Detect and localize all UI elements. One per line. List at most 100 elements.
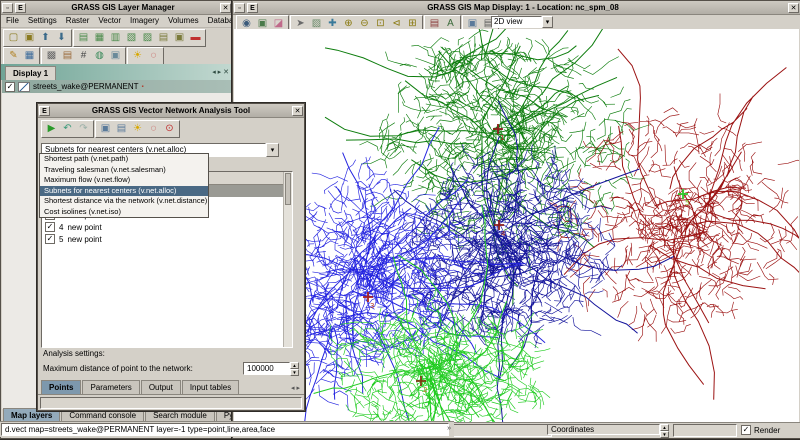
menu-volumes[interactable]: Volumes (168, 16, 199, 25)
dropdown-item-6[interactable]: Cost isolines (v.net.iso) (40, 207, 208, 218)
layer-manager-title: GRASS GIS Layer Manager (27, 3, 219, 12)
menu-vector[interactable]: Vector (98, 16, 121, 25)
tab-parameters[interactable]: Parameters (82, 380, 139, 394)
tab-nav-arrows-icon[interactable]: ◂ ▸ ✕ (212, 68, 229, 76)
view-mode-value: 2D view (491, 16, 542, 28)
max-distance-spinner[interactable]: ▲▼ (290, 362, 299, 374)
layer-manager-toolbar-row1: ▢▣⬆⬇▤▦▥▧▨▤▣▬ (3, 29, 206, 47)
add-multiple-layers-icon[interactable]: ▤ (76, 31, 91, 45)
center-label: 5 (685, 199, 689, 207)
subnet-navy-center (397, 144, 623, 348)
menu-imagery[interactable]: Imagery (130, 16, 159, 25)
add-group-icon[interactable]: ▣ (172, 31, 187, 45)
points-list-scrollbar[interactable] (283, 172, 292, 347)
tab-points[interactable]: Points (41, 380, 81, 394)
menu-file[interactable]: File (6, 16, 19, 25)
point-checkbox[interactable]: ✓ (45, 222, 55, 232)
point-row-4[interactable]: ✓4new point (42, 221, 292, 233)
statusbar-mode-value: Coordinates (547, 424, 660, 435)
app-icon: E (15, 3, 26, 13)
edit-vector-icon[interactable]: ✎ (6, 49, 21, 63)
subnet-navy-center-major-roads (394, 101, 674, 422)
point-checkbox[interactable]: ✓ (45, 234, 55, 244)
dropdown-item-5[interactable]: Shortest distance via the network (v.net… (40, 196, 208, 207)
close-icon[interactable]: ✕ (788, 3, 799, 13)
menu-raster[interactable]: Raster (66, 16, 90, 25)
street-network-map[interactable]: 12345 (234, 29, 799, 422)
toolbar-group: ▶↶↷ (41, 120, 94, 138)
center-label: 4 (501, 230, 506, 238)
close-icon[interactable]: ✕ (220, 3, 231, 13)
grid-icon[interactable]: # (76, 49, 91, 63)
delete-layer-icon[interactable]: ▬ (188, 31, 203, 45)
app-icon: E (39, 106, 50, 116)
quit-icon[interactable]: ⊙ (162, 122, 177, 136)
histogram-icon[interactable]: ▤ (60, 49, 75, 63)
close-icon[interactable]: ✕ (292, 106, 303, 116)
subnet-darkred-east-major-roads (564, 49, 799, 400)
add-vector-map-icon[interactable]: ▨ (140, 31, 155, 45)
insert-point-icon[interactable]: ▤ (114, 122, 129, 136)
prompt-overflow-icon[interactable]: » (447, 425, 451, 432)
point-row-5[interactable]: ✓5new point (42, 233, 292, 245)
center-label: 2 (423, 386, 427, 394)
window-shade-icon[interactable]: ▫ (234, 3, 245, 13)
layer-row-streets-wake[interactable]: ✓ streets_wake@PERMANENT ▪ (2, 80, 231, 93)
chevron-down-icon[interactable]: ▾ (542, 16, 553, 28)
load-workspace-icon[interactable]: ⬆ (38, 31, 53, 45)
map-display-title: GRASS GIS Map Display: 1 - Location: nc_… (259, 3, 787, 12)
add-command-layer-icon[interactable]: ▤ (156, 31, 171, 45)
window-shade-icon[interactable]: ▫ (2, 3, 13, 13)
vector-network-analysis-dialog: E GRASS GIS Vector Network Analysis Tool… (37, 103, 305, 411)
statusbar-mode-combobox[interactable]: Coordinates ▲▼ (547, 424, 669, 435)
tab-display-1[interactable]: Display 1 (5, 66, 56, 80)
help-icon[interactable]: ◌ (146, 122, 161, 136)
run-analysis-icon[interactable]: ▶ (44, 122, 59, 136)
dropdown-item-2[interactable]: Traveling salesman (v.net.salesman) (40, 165, 208, 176)
redo-icon[interactable]: ↷ (76, 122, 91, 136)
statusbar-mode-spinner[interactable]: ▲▼ (660, 424, 669, 436)
center-label: 1 (500, 134, 504, 142)
dialog-title: GRASS GIS Vector Network Analysis Tool (51, 106, 291, 115)
view-mode-combobox[interactable]: 2D view ▾ (491, 16, 553, 28)
tab-input-tables[interactable]: Input tables (182, 380, 239, 394)
globe-3d-icon[interactable]: ◍ (92, 49, 107, 63)
scrollbar-thumb[interactable] (285, 173, 291, 205)
max-distance-spinbox[interactable]: 100000 ▲▼ (243, 362, 299, 375)
command-prompt-bar: d.vect map=streets_wake@PERMANENT layer=… (0, 421, 454, 437)
add-vector-layer-icon[interactable]: ▧ (124, 31, 139, 45)
map-display-titlebar: ▫ E GRASS GIS Map Display: 1 - Location:… (233, 1, 800, 15)
toolbar-group: ▢▣⬆⬇ (3, 29, 72, 47)
dialog-statusbar (40, 397, 302, 409)
new-display-icon[interactable]: ▣ (108, 49, 123, 63)
subnet-darkred-east (549, 94, 800, 342)
show-result-icon[interactable]: ▣ (98, 122, 113, 136)
undo-icon[interactable]: ↶ (60, 122, 75, 136)
analysis-settings-icon[interactable]: ☀ (130, 122, 145, 136)
dropdown-item-1[interactable]: Shortest path (v.net.path) (40, 154, 208, 165)
settings-icon[interactable]: ☀ (130, 49, 145, 63)
chevron-down-icon[interactable]: ▾ (266, 143, 279, 157)
add-raster-layer-icon[interactable]: ▦ (92, 31, 107, 45)
layer-checkbox[interactable]: ✓ (5, 82, 15, 92)
point-cat: 4 (59, 223, 63, 232)
render-checkbox[interactable]: ✓ (741, 425, 751, 435)
add-raster-map-icon[interactable]: ▥ (108, 31, 123, 45)
map-canvas[interactable]: 12345 (234, 29, 799, 422)
save-workspace-icon[interactable]: ⬇ (54, 31, 69, 45)
menu-settings[interactable]: Settings (28, 16, 57, 25)
help-icon[interactable]: ◌ (146, 49, 161, 63)
layer-badge-icon: ▪ (141, 84, 143, 90)
command-prompt-input[interactable]: d.vect map=streets_wake@PERMANENT layer=… (1, 423, 449, 436)
render-toggle[interactable]: ✓ Render (741, 425, 780, 435)
layer-manager-toolbar-row2: ✎▦ ▩▤#◍▣ ☀◌ (3, 47, 164, 65)
raster-calculator-icon[interactable]: ▩ (44, 49, 59, 63)
attribute-table-icon[interactable]: ▦ (22, 49, 37, 63)
dropdown-item-3[interactable]: Maximum flow (v.net.flow) (40, 175, 208, 186)
tab-scroll-arrows-icon[interactable]: ◂ ▸ (291, 384, 300, 392)
max-distance-row: Maximum distance of point to the network… (43, 362, 299, 375)
tab-output[interactable]: Output (141, 380, 181, 394)
open-workspace-icon[interactable]: ▣ (22, 31, 37, 45)
dropdown-item-4[interactable]: Subnets for nearest centers (v.net.alloc… (40, 186, 208, 197)
new-workspace-icon[interactable]: ▢ (6, 31, 21, 45)
